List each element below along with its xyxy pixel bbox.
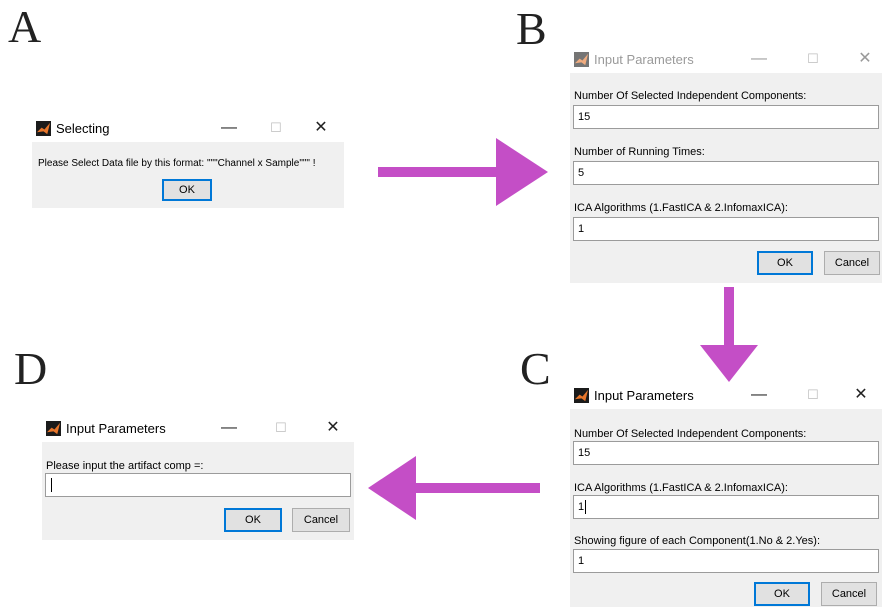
field-label: Number Of Selected Independent Component…	[574, 90, 807, 102]
running-times-input[interactable]: 5	[573, 161, 879, 185]
ica-algorithm-input[interactable]: 1	[573, 495, 879, 519]
matlab-icon	[46, 421, 61, 436]
title-bar: Input Parameters — ☐ ✕	[42, 416, 354, 442]
close-icon[interactable]: ✕	[322, 418, 344, 438]
field-label: Number Of Selected Independent Component…	[574, 428, 807, 440]
ok-button[interactable]: OK	[162, 179, 212, 201]
maximize-icon[interactable]: ☐	[802, 49, 824, 69]
dialog-input-parameters-c: Input Parameters — ☐ ✕ Number Of Selecte…	[570, 383, 882, 607]
show-figure-input[interactable]: 1	[573, 549, 879, 573]
matlab-icon	[574, 388, 589, 403]
text-caret	[585, 500, 587, 515]
text-caret	[51, 478, 52, 493]
minimize-icon[interactable]: —	[748, 385, 770, 405]
maximize-icon[interactable]: ☐	[270, 418, 292, 438]
field-label: ICA Algorithms (1.FastICA & 2.InfomaxICA…	[574, 482, 788, 494]
dialog-message: Please Select Data file by this format: …	[38, 158, 316, 169]
dialog-title: Input Parameters	[594, 388, 694, 403]
cancel-button[interactable]: Cancel	[824, 251, 880, 275]
maximize-icon[interactable]: ☐	[265, 118, 287, 138]
title-bar: Selecting — ☐ ✕	[32, 116, 344, 142]
dialog-title: Input Parameters	[66, 421, 166, 436]
dialog-title: Input Parameters	[594, 52, 694, 67]
field-value: 1	[578, 501, 585, 513]
ok-button[interactable]: OK	[224, 508, 282, 532]
close-icon[interactable]: ✕	[850, 385, 872, 405]
artifact-comp-input[interactable]	[45, 473, 351, 497]
close-icon[interactable]: ✕	[854, 49, 876, 69]
title-bar: Input Parameters — ☐ ✕	[570, 47, 882, 73]
field-label: Please input the artifact comp =:	[46, 460, 204, 472]
ok-button[interactable]: OK	[757, 251, 813, 275]
cancel-button[interactable]: Cancel	[821, 582, 877, 606]
field-label: Number of Running Times:	[574, 146, 705, 158]
cancel-button[interactable]: Cancel	[292, 508, 350, 532]
maximize-icon[interactable]: ☐	[802, 385, 824, 405]
minimize-icon[interactable]: —	[748, 49, 770, 69]
field-label: ICA Algorithms (1.FastICA & 2.InfomaxICA…	[574, 202, 788, 214]
matlab-icon	[36, 121, 51, 136]
dialog-title: Selecting	[56, 121, 110, 136]
components-input[interactable]: 15	[573, 105, 879, 129]
title-bar: Input Parameters — ☐ ✕	[570, 383, 882, 409]
ica-algorithm-input[interactable]: 1	[573, 217, 879, 241]
field-label: Showing figure of each Component(1.No & …	[574, 535, 821, 547]
dialog-selecting: Selecting — ☐ ✕ Please Select Data file …	[32, 116, 344, 208]
minimize-icon[interactable]: —	[218, 118, 240, 138]
components-input[interactable]: 15	[573, 441, 879, 465]
close-icon[interactable]: ✕	[310, 118, 332, 138]
dialog-input-parameters-b: Input Parameters — ☐ ✕ Number Of Selecte…	[570, 47, 882, 283]
ok-button[interactable]: OK	[754, 582, 810, 606]
dialog-input-parameters-d: Input Parameters — ☐ ✕ Please input the …	[42, 416, 354, 540]
matlab-icon	[574, 52, 589, 67]
minimize-icon[interactable]: —	[218, 418, 240, 438]
